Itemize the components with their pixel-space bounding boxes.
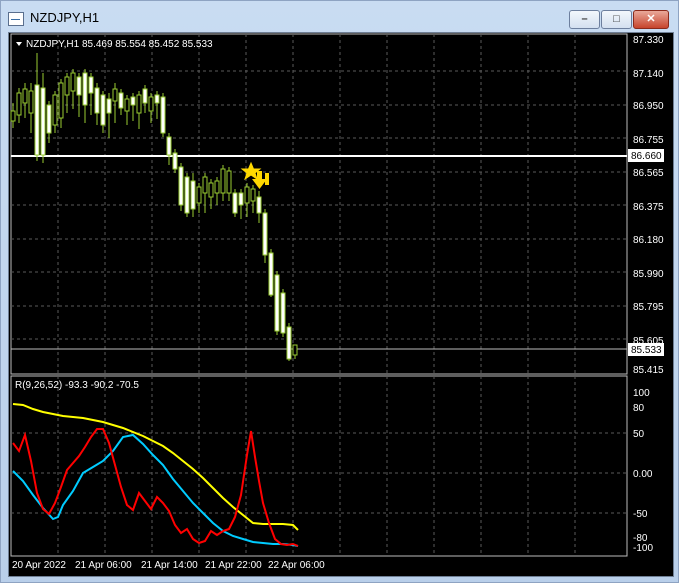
candle-body[interactable] (274, 274, 280, 332)
candle-body[interactable] (70, 72, 76, 92)
time-axis-label: 22 Apr 06:00 (268, 560, 325, 571)
maximize-icon: □ (613, 13, 620, 25)
candle-body[interactable] (160, 96, 166, 134)
rsi-mid-line[interactable] (12, 433, 299, 547)
rsi-slow-line[interactable] (12, 403, 299, 531)
maximize-button[interactable]: □ (601, 10, 632, 29)
price-axis-label: 86.950 (633, 101, 664, 112)
candle-body[interactable] (112, 88, 118, 102)
indicator-axis-label: -100 (633, 543, 653, 554)
candle-body[interactable] (46, 104, 52, 134)
candle-body[interactable] (220, 168, 226, 194)
candle-body[interactable] (10, 110, 16, 122)
chart-menu-icon[interactable] (16, 42, 22, 46)
chart-window-icon (8, 12, 24, 26)
chart-header: NZDJPY,H1 85.469 85.554 85.452 85.533 (26, 39, 213, 50)
candle-body[interactable] (262, 212, 268, 256)
time-axis-label: 21 Apr 14:00 (141, 560, 198, 571)
candle-body[interactable] (178, 166, 184, 206)
indicator-axis-label: -50 (633, 509, 648, 520)
candle-body[interactable] (196, 186, 202, 204)
close-icon: ✕ (646, 13, 656, 25)
price-axis-label: 86.180 (633, 235, 664, 246)
title-bar[interactable]: NZDJPY,H1 – □ ✕ (1, 1, 678, 31)
price-axis-label: 85.990 (633, 269, 664, 280)
price-axis-label: 87.140 (633, 69, 664, 80)
window-title: NZDJPY,H1 (30, 10, 100, 25)
candle-body[interactable] (154, 94, 160, 104)
candle-body[interactable] (124, 98, 130, 112)
rsi-fast-line[interactable] (12, 428, 299, 547)
candle-body[interactable] (226, 170, 232, 194)
candle-body[interactable] (184, 176, 190, 214)
indicator-plot-frame (10, 375, 628, 557)
candle-body[interactable] (22, 88, 28, 104)
minimize-button[interactable]: – (569, 10, 600, 29)
candle-body[interactable] (94, 87, 100, 114)
candle-body[interactable] (190, 180, 196, 210)
minimize-icon: – (581, 13, 588, 25)
candle-body[interactable] (52, 94, 58, 126)
price-axis-label: 86.565 (633, 168, 664, 179)
price-axis-label: 85.415 (633, 365, 664, 376)
candle-body[interactable] (106, 98, 112, 114)
indicator-axis-label: 100 (633, 388, 650, 399)
candle-body[interactable] (100, 94, 106, 126)
chart-canvas[interactable]: 87.330 87.140 86.950 86.755 86.565 86.37… (9, 33, 673, 576)
chart-area[interactable]: 87.330 87.140 86.950 86.755 86.565 86.37… (8, 32, 674, 577)
candle-body[interactable] (292, 344, 298, 356)
candle-body[interactable] (256, 196, 262, 214)
indicator-axis-label: 80 (633, 403, 645, 414)
candle-body[interactable] (16, 92, 22, 116)
close-button[interactable]: ✕ (633, 10, 669, 29)
indicator-axis-label: 50 (633, 429, 645, 440)
candle-body[interactable] (250, 188, 256, 202)
candle-body[interactable] (232, 192, 238, 214)
current-price-label: 85.533 (631, 345, 662, 356)
candle-body[interactable] (202, 176, 208, 194)
candlestick-series[interactable] (10, 53, 298, 361)
time-axis-label: 21 Apr 22:00 (205, 560, 262, 571)
hline-price-label: 86.660 (631, 151, 662, 162)
candle-body[interactable] (130, 96, 136, 106)
candle-body[interactable] (34, 84, 40, 156)
candle-body[interactable] (166, 136, 172, 156)
candle-body[interactable] (118, 92, 124, 109)
candle-body[interactable] (268, 252, 274, 296)
candle-body[interactable] (208, 182, 214, 198)
price-axis-label: 87.330 (633, 35, 664, 46)
candle-body[interactable] (238, 192, 244, 206)
indicator-axis-label: 0.00 (633, 469, 653, 480)
candle-body[interactable] (58, 82, 64, 119)
candle-body[interactable] (286, 326, 292, 360)
candle-body[interactable] (88, 76, 94, 94)
price-axis: 87.330 87.140 86.950 86.755 86.565 86.37… (633, 35, 664, 376)
main-plot-frame (10, 33, 628, 375)
candle-body[interactable] (40, 87, 46, 156)
candle-body[interactable] (214, 180, 220, 194)
chart-window: NZDJPY,H1 – □ ✕ 87.330 87.140 86.950 86.… (0, 0, 679, 583)
candle-body[interactable] (280, 292, 286, 334)
candle-body[interactable] (82, 72, 88, 106)
candle-body[interactable] (148, 96, 154, 112)
time-axis: 20 Apr 2022 21 Apr 06:00 21 Apr 14:00 21… (12, 560, 325, 571)
candle-body[interactable] (76, 76, 82, 96)
candle-body[interactable] (244, 186, 250, 204)
indicator-axis: 100 80 50 0.00 -50 -80 -100 (633, 388, 653, 554)
candle-body[interactable] (172, 152, 178, 170)
price-axis-label: 85.795 (633, 302, 664, 313)
indicator-header: R(9,26,52) -93.3 -90.2 -70.5 (15, 380, 139, 391)
time-axis-label: 20 Apr 2022 (12, 560, 66, 571)
candle-body[interactable] (136, 94, 142, 114)
candle-body[interactable] (64, 76, 70, 96)
candle-body[interactable] (28, 90, 34, 114)
price-axis-label: 86.375 (633, 202, 664, 213)
time-axis-label: 21 Apr 06:00 (75, 560, 132, 571)
price-axis-label: 86.755 (633, 135, 664, 146)
candle-body[interactable] (142, 88, 148, 104)
